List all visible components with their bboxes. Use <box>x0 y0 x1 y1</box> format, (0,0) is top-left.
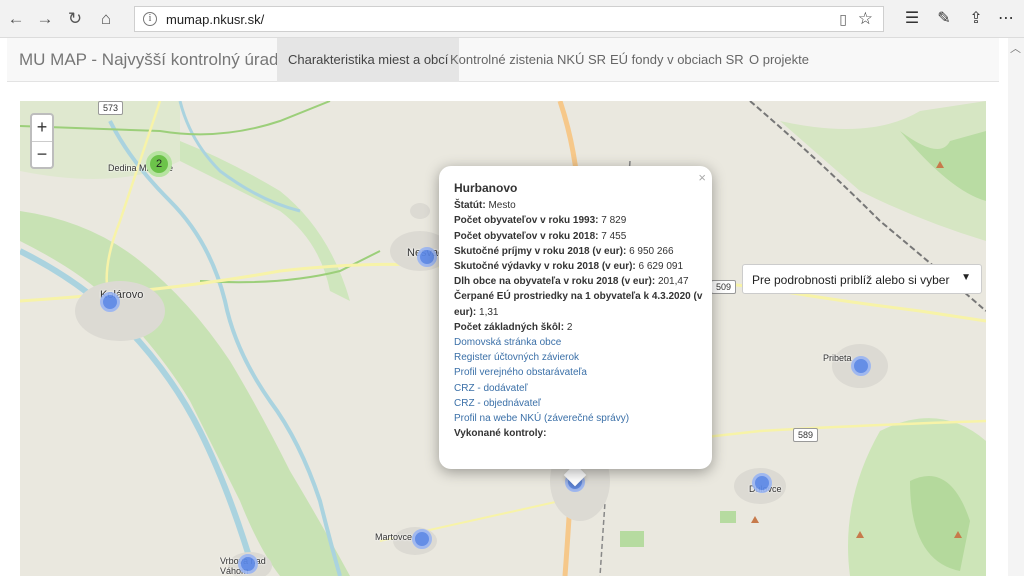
scroll-up-icon[interactable]: ︿ <box>1010 40 1021 56</box>
schools-row: Počet základných škôl: 2 <box>454 321 573 333</box>
nav-o-projekte[interactable]: O projekte <box>738 38 820 82</box>
home-icon[interactable]: ⌂ <box>94 8 118 30</box>
municipality-marker-kolarovo[interactable] <box>100 292 120 312</box>
site-brand[interactable]: MU MAP - Najvyšší kontrolný úrad SR <box>19 50 307 70</box>
zoom-in-button[interactable]: + <box>32 115 52 141</box>
municipality-marker-dulovce[interactable] <box>752 473 772 493</box>
income-row: Skutočné príjmy v roku 2018 (v eur): 6 9… <box>454 245 674 257</box>
municipality-marker-vrbova[interactable] <box>238 554 258 574</box>
road-number-589: 589 <box>793 428 819 442</box>
status-row: Štatút: Mesto <box>454 200 516 212</box>
place-pribeta: Pribeta <box>823 353 852 363</box>
municipality-marker-nesvady[interactable] <box>417 247 437 267</box>
inspections-label: Vykonané kontroly: <box>454 428 547 440</box>
nav-charakteristika[interactable]: Charakteristika miest a obcí <box>277 38 460 82</box>
place-martovce: Martovce <box>375 532 413 542</box>
eu-funds-row: Čerpané EÚ prostriedky na 1 obyvateľa k … <box>454 291 703 318</box>
municipality-marker-pribeta[interactable] <box>851 356 871 376</box>
address-url[interactable]: mumap.nkusr.sk/ <box>166 12 264 27</box>
share-icon[interactable]: ⇪ <box>964 8 988 30</box>
zoom-out-button[interactable]: − <box>32 141 52 167</box>
caret-down-icon: ▼ <box>961 272 971 283</box>
popup-title: Hurbanovo <box>454 181 518 195</box>
link-procurement-profile[interactable]: Profil verejného obstarávateľa <box>454 365 704 380</box>
nav-kontrolne-zistenia[interactable]: Kontrolné zistenia NKÚ SR <box>439 38 617 82</box>
favorite-star-icon[interactable]: ☆ <box>858 9 873 29</box>
link-crz-supplier[interactable]: CRZ - dodávateľ <box>454 381 704 396</box>
zoom-control: + − <box>30 113 54 169</box>
reading-view-icon[interactable]: ▯ <box>839 11 847 28</box>
municipality-select[interactable]: Pre podrobnosti priblíž alebo si vyber ▼ <box>742 264 982 294</box>
population-2018-row: Počet obyvateľov v roku 2018: 7 455 <box>454 230 627 242</box>
link-crz-customer[interactable]: CRZ - objednávateľ <box>454 396 704 411</box>
page-scrollbar[interactable] <box>1008 38 1024 576</box>
population-1993-row: Počet obyvateľov v roku 1993: 7 829 <box>454 215 627 227</box>
road-number-509: 509 <box>711 280 737 294</box>
forward-arrow-icon[interactable]: → <box>33 8 57 30</box>
municipality-marker-martovce[interactable] <box>412 529 432 549</box>
link-accounts-register[interactable]: Register účtovných závierok <box>454 350 704 365</box>
map-view[interactable]: 573 509 589 Dedina Mládeže Kolárovo Nesv… <box>20 101 986 576</box>
nav-eu-fondy[interactable]: EÚ fondy v obciach SR <box>599 38 755 82</box>
favorites-hub-icon[interactable]: ☰ <box>900 8 924 30</box>
browser-toolbar: ← → ↻ ⌂ i mumap.nkusr.sk/ ▯ ☆ ☰ ✎ ⇪ ⋯ <box>0 0 1024 38</box>
debt-row: Dlh obce na obyvateľa v roku 2018 (v eur… <box>454 276 689 288</box>
address-bar[interactable]: i mumap.nkusr.sk/ ▯ ☆ <box>134 6 884 32</box>
refresh-icon[interactable]: ↻ <box>63 8 87 30</box>
road-number-573: 573 <box>98 101 124 115</box>
expense-row: Skutočné výdavky v roku 2018 (v eur): 6 … <box>454 261 684 273</box>
site-info-icon[interactable]: i <box>143 12 157 26</box>
link-nku-profile[interactable]: Profil na webe NKÚ (záverečné správy) <box>454 411 704 426</box>
municipality-popup: × Hurbanovo Štatút: Mesto Počet obyvateľ… <box>439 166 712 469</box>
marker-cluster[interactable]: 2 <box>146 151 172 177</box>
more-menu-icon[interactable]: ⋯ <box>994 8 1018 30</box>
link-homepage[interactable]: Domovská stránka obce <box>454 335 704 350</box>
pen-notes-icon[interactable]: ✎ <box>932 8 956 30</box>
site-navbar: MU MAP - Najvyšší kontrolný úrad SR Char… <box>7 38 999 82</box>
back-arrow-icon[interactable]: ← <box>4 8 28 30</box>
select-placeholder: Pre podrobnosti priblíž alebo si vyber <box>752 273 950 287</box>
